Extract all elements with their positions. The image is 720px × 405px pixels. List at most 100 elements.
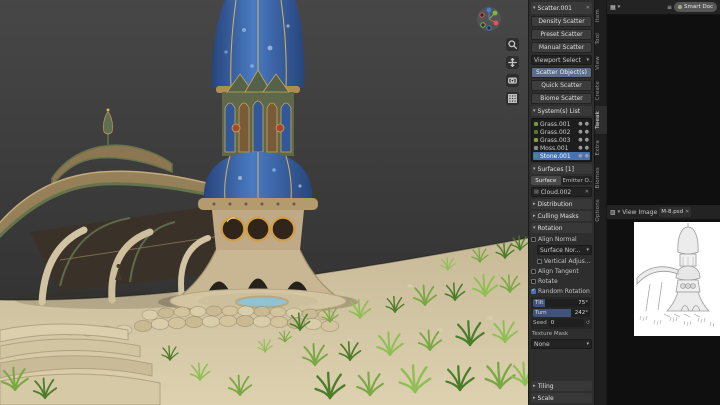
3d-viewport[interactable]: .g1{stroke:#4c7d2a}.g2{stroke:#79a844}.g…	[0, 0, 528, 405]
emitter-selector[interactable]: ▾ Scatter.001 ✕	[531, 2, 592, 14]
editor-type-icon[interactable]: ▦	[610, 4, 616, 11]
render-icon[interactable]: ●	[585, 129, 589, 135]
list-item[interactable]: Grass.003 ● ●	[533, 136, 590, 144]
tilt-value: 75°	[578, 300, 588, 306]
image-editor: ▦ ▾ ≡ Smart Doc ▨ ▾ View Image M-8.psd ✕	[606, 0, 720, 405]
density-scatter-button[interactable]: Density Scatter	[531, 16, 592, 27]
render-icon[interactable]: ●	[585, 145, 589, 151]
culling-masks-section-header[interactable]: ▸ Culling Masks	[531, 211, 592, 221]
close-icon[interactable]: ✕	[685, 209, 689, 215]
menu-icon[interactable]: ≡	[667, 4, 672, 11]
surfaces-header[interactable]: ▾ Surfaces [1]	[531, 164, 592, 174]
reference-image	[634, 222, 720, 336]
smart-doc-button[interactable]: Smart Doc	[673, 2, 717, 12]
menu-view[interactable]: View	[622, 209, 636, 216]
list-item[interactable]: Grass.002 ● ●	[533, 128, 590, 136]
surface-normal-dropdown[interactable]: Surface Nor... ▾	[537, 245, 592, 255]
turn-label: Turn	[535, 310, 547, 316]
visibility-icon[interactable]: ●	[578, 137, 582, 143]
tiling-section-header[interactable]: ▸ Tiling	[531, 381, 592, 391]
viewport-select-dropdown[interactable]: Viewport Select ▾	[531, 55, 592, 65]
chevron-right-icon: ▸	[533, 395, 536, 401]
chevron-down-icon: ▾	[533, 5, 536, 11]
render-icon[interactable]: ●	[585, 153, 589, 159]
align-tangent-checkbox[interactable]	[531, 268, 536, 274]
visibility-icon[interactable]: ●	[578, 129, 582, 135]
rotation-section-header[interactable]: ▾ Rotation	[531, 223, 592, 233]
system-name: Grass.001	[540, 120, 571, 128]
section-title: Tiling	[537, 382, 554, 390]
chevron-down-icon: ▾	[533, 166, 536, 172]
system-name: Moss.001	[540, 144, 569, 152]
tab-view[interactable]: View	[595, 51, 607, 75]
grid-icon[interactable]	[506, 92, 519, 105]
surface-mode-segment: Surface Emitter O..	[531, 176, 592, 185]
scatter-objects-button[interactable]: Scatter Object(s)	[531, 67, 592, 78]
tab-tweak[interactable]: Tweak	[595, 106, 607, 135]
align-normal-row: Align Normal	[531, 235, 592, 243]
tab-item[interactable]: Item	[595, 4, 607, 27]
chevron-down-icon: ▾	[533, 225, 536, 231]
menu-image[interactable]: Image	[638, 209, 657, 216]
seed-field[interactable]: 0	[548, 319, 584, 327]
close-icon[interactable]: ✕	[585, 189, 589, 195]
list-item[interactable]: Moss.001 ● ●	[533, 144, 590, 152]
image-editor-menu-bar: ▨ ▾ View Image M-8.psd ✕	[607, 205, 720, 220]
manual-scatter-button[interactable]: Manual Scatter	[531, 42, 592, 53]
system-color-swatch	[534, 130, 538, 134]
align-tangent-row: Align Tangent	[531, 267, 592, 275]
tab-options[interactable]: Options	[595, 194, 607, 227]
preset-scatter-button[interactable]: Preset Scatter	[531, 29, 592, 40]
section-title: Distribution	[537, 200, 573, 208]
random-rotation-row: ✓ Random Rotation	[531, 287, 592, 295]
vertical-adjustment-label: Vertical Adjust...	[544, 257, 592, 265]
random-rotation-label: Random Rotation	[538, 287, 590, 295]
section-title: System(s) List	[537, 107, 581, 115]
smart-doc-label: Smart Doc	[683, 4, 713, 10]
quick-scatter-button[interactable]: Quick Scatter	[531, 80, 592, 91]
render-icon[interactable]: ●	[585, 121, 589, 127]
align-normal-checkbox[interactable]	[531, 236, 536, 242]
distribution-section-header[interactable]: ▸ Distribution	[531, 199, 592, 209]
tilt-slider[interactable]: Tilt 75°	[533, 299, 590, 307]
image-editor-icon[interactable]: ▨	[610, 209, 616, 216]
tab-biomes[interactable]: Biomes	[595, 162, 607, 193]
vertical-adjustment-checkbox[interactable]	[537, 258, 542, 264]
system-color-swatch	[534, 154, 538, 158]
camera-icon[interactable]	[506, 74, 519, 87]
visibility-icon[interactable]: ●	[578, 145, 582, 151]
chevron-down-icon: ▾	[586, 247, 589, 253]
surface-object-name: Cloud.002	[540, 188, 572, 196]
surface-mode-surface[interactable]: Surface	[531, 176, 561, 185]
move-icon[interactable]	[506, 56, 519, 69]
tab-extra[interactable]: Extra	[595, 135, 607, 161]
random-rotation-checkbox[interactable]: ✓	[531, 288, 536, 294]
tab-create[interactable]: Create	[595, 76, 607, 105]
visibility-icon[interactable]: ●	[578, 121, 582, 127]
visibility-icon[interactable]: ●	[578, 153, 582, 159]
image-preview-region[interactable]	[607, 220, 720, 340]
render-icon[interactable]: ●	[585, 137, 589, 143]
sidebar-tabs: Item Tool View Create Tweak Extra Biomes…	[594, 0, 607, 405]
surface-object-field[interactable]: ▨ Cloud.002 ✕	[531, 187, 592, 197]
image-datablock-selector[interactable]: M-8.psd ✕	[659, 207, 692, 217]
zoom-icon[interactable]	[506, 38, 519, 51]
image-editor-canvas-top[interactable]	[607, 15, 720, 205]
navigation-gizmo[interactable]	[476, 6, 502, 32]
image-editor-canvas-bottom[interactable]	[607, 340, 720, 405]
refresh-icon[interactable]: ↺	[586, 320, 590, 326]
list-item-selected[interactable]: Stone.001 ● ●	[533, 152, 590, 160]
texture-mask-dropdown[interactable]: None ▾	[531, 339, 592, 349]
rotate-checkbox[interactable]	[531, 278, 536, 284]
chevron-down-icon: ▾	[617, 209, 621, 215]
list-item[interactable]: Grass.001 ● ●	[533, 120, 590, 128]
scale-section-header[interactable]: ▸ Scale	[531, 393, 592, 403]
align-normal-label: Align Normal	[538, 235, 577, 243]
close-icon[interactable]: ✕	[586, 5, 590, 11]
chevron-right-icon: ▸	[533, 383, 536, 389]
systems-list-header[interactable]: ▾ System(s) List	[531, 106, 592, 116]
tab-tool[interactable]: Tool	[595, 28, 607, 49]
biome-scatter-button[interactable]: Biome Scatter	[531, 93, 592, 104]
surface-mode-emitter[interactable]: Emitter O..	[563, 176, 593, 185]
turn-slider[interactable]: Turn 242°	[533, 309, 590, 317]
